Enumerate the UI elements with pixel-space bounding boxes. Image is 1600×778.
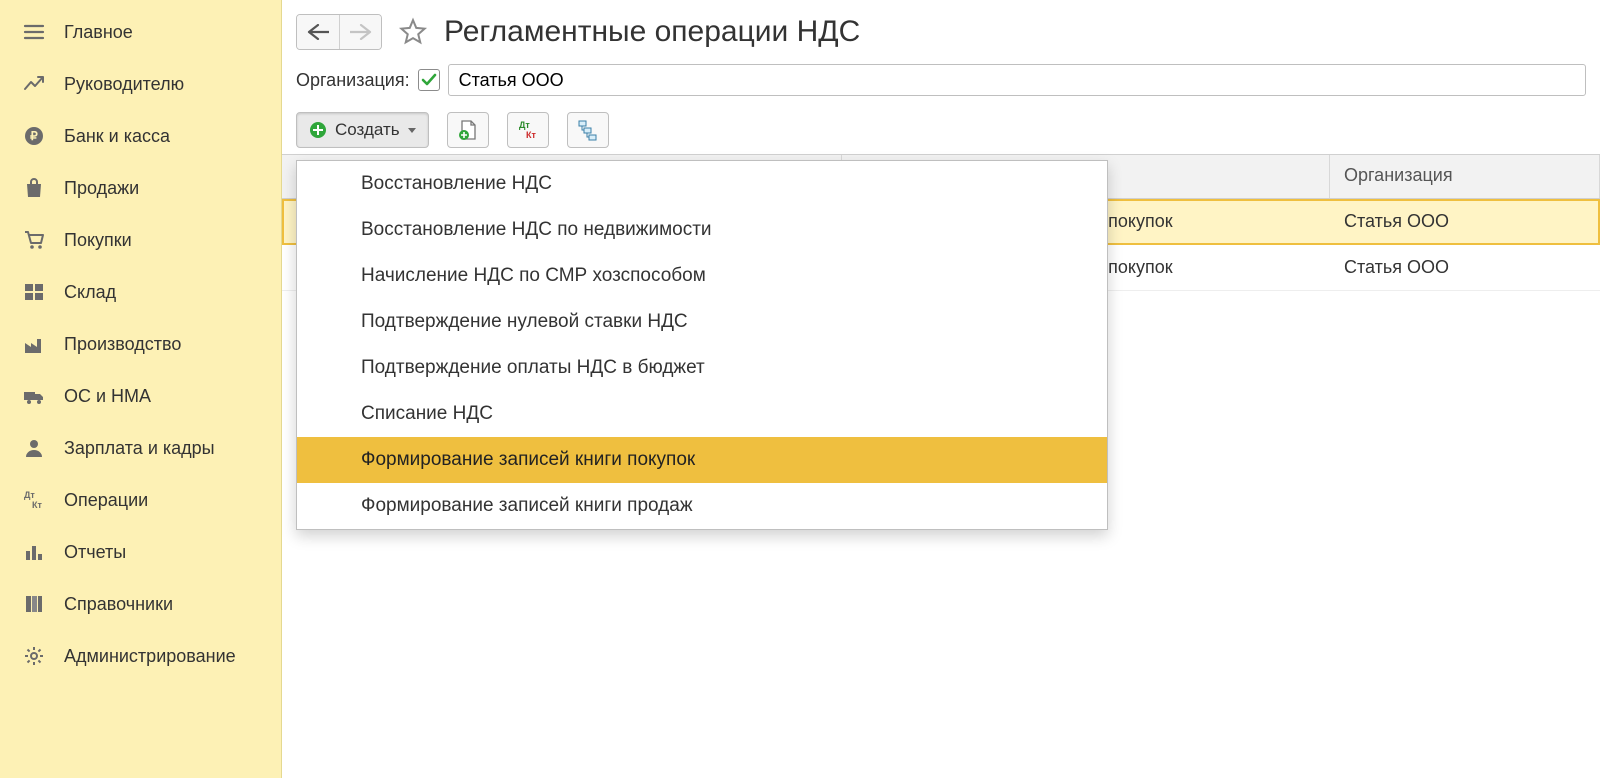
- sidebar-item-label: Главное: [64, 22, 133, 43]
- person-icon: [22, 436, 46, 460]
- sidebar-item-label: Склад: [64, 282, 116, 303]
- dtkt-icon: Дт Кт: [517, 119, 539, 141]
- dropdown-item[interactable]: Формирование записей книги продаж: [297, 483, 1107, 529]
- svg-text:Дт: Дт: [24, 490, 35, 500]
- cell-org: Статья ООО: [1330, 247, 1600, 288]
- structure-button[interactable]: [567, 112, 609, 148]
- back-button[interactable]: [297, 15, 339, 49]
- bag-icon: [22, 176, 46, 200]
- svg-text:Кт: Кт: [32, 500, 42, 510]
- sidebar-item-production[interactable]: Производство: [0, 318, 281, 370]
- dtkt-button[interactable]: Дт Кт: [507, 112, 549, 148]
- app-root: Главное Руководителю ₽ Банк и касса Продажи П…: [0, 0, 1600, 778]
- svg-text:Дт: Дт: [519, 120, 530, 130]
- create-dropdown: Восстановление НДСВосстановление НДС по …: [296, 160, 1108, 530]
- sidebar-item-label: Покупки: [64, 230, 132, 251]
- grid-icon: [22, 280, 46, 304]
- dropdown-item[interactable]: Подтверждение нулевой ставки НДС: [297, 299, 1107, 345]
- menu-icon: [22, 20, 46, 44]
- chevron-down-icon: [408, 128, 416, 133]
- factory-icon: [22, 332, 46, 356]
- sidebar-item-payroll[interactable]: Зарплата и кадры: [0, 422, 281, 474]
- truck-icon: [22, 384, 46, 408]
- ruble-icon: ₽: [22, 124, 46, 148]
- sidebar-item-sales[interactable]: Продажи: [0, 162, 281, 214]
- filter-checkbox[interactable]: [418, 69, 440, 91]
- copy-create-button[interactable]: [447, 112, 489, 148]
- dropdown-item[interactable]: Подтверждение оплаты НДС в бюджет: [297, 345, 1107, 391]
- bars-icon: [22, 540, 46, 564]
- sidebar: Главное Руководителю ₽ Банк и касса Продажи П…: [0, 0, 282, 778]
- favorite-icon[interactable]: [398, 17, 428, 47]
- dtkt-icon: ДтКт: [22, 488, 46, 512]
- svg-text:₽: ₽: [30, 129, 38, 143]
- sidebar-item-label: Отчеты: [64, 542, 126, 563]
- gear-icon: [22, 644, 46, 668]
- hierarchy-icon: [577, 119, 599, 141]
- sidebar-item-label: Руководителю: [64, 74, 184, 95]
- create-button[interactable]: Создать: [296, 112, 429, 148]
- organization-input[interactable]: [448, 64, 1586, 96]
- plus-circle-icon: [309, 121, 327, 139]
- dropdown-item[interactable]: Начисление НДС по СМР хозспособом: [297, 253, 1107, 299]
- cart-icon: [22, 228, 46, 252]
- sidebar-item-label: Администрирование: [64, 646, 236, 667]
- page-title: Регламентные операции НДС: [444, 15, 860, 49]
- main-area: Регламентные операции НДС Организация: С…: [282, 0, 1600, 778]
- filter-label: Организация:: [296, 70, 410, 91]
- sidebar-item-label: Производство: [64, 334, 181, 355]
- dropdown-item[interactable]: Формирование записей книги покупок: [297, 437, 1107, 483]
- sidebar-item-label: Операции: [64, 490, 148, 511]
- sidebar-item-label: ОС и НМА: [64, 386, 151, 407]
- sidebar-item-purchases[interactable]: Покупки: [0, 214, 281, 266]
- sidebar-item-operations[interactable]: ДтКт Операции: [0, 474, 281, 526]
- sidebar-item-manager[interactable]: Руководителю: [0, 58, 281, 110]
- sidebar-item-label: Зарплата и кадры: [64, 438, 215, 459]
- books-icon: [22, 592, 46, 616]
- svg-text:Кт: Кт: [526, 130, 536, 140]
- dropdown-item[interactable]: Восстановление НДС: [297, 161, 1107, 207]
- titlebar: Регламентные операции НДС: [282, 0, 1600, 58]
- sidebar-item-label: Банк и касса: [64, 126, 170, 147]
- sidebar-item-bank[interactable]: ₽ Банк и касса: [0, 110, 281, 162]
- dropdown-item[interactable]: Восстановление НДС по недвижимости: [297, 207, 1107, 253]
- sidebar-item-admin[interactable]: Администрирование: [0, 630, 281, 682]
- nav-buttons: [296, 14, 382, 50]
- cell-org: Статья ООО: [1330, 201, 1600, 242]
- document-plus-icon: [457, 119, 479, 141]
- sidebar-item-assets[interactable]: ОС и НМА: [0, 370, 281, 422]
- sidebar-item-warehouse[interactable]: Склад: [0, 266, 281, 318]
- sidebar-item-main[interactable]: Главное: [0, 6, 281, 58]
- column-org[interactable]: Организация: [1330, 155, 1600, 198]
- sidebar-item-reports[interactable]: Отчеты: [0, 526, 281, 578]
- toolbar: Создать Дт Кт: [282, 106, 1600, 154]
- sidebar-item-label: Справочники: [64, 594, 173, 615]
- trend-icon: [22, 72, 46, 96]
- sidebar-item-label: Продажи: [64, 178, 139, 199]
- filter-row: Организация:: [282, 58, 1600, 106]
- sidebar-item-catalogs[interactable]: Справочники: [0, 578, 281, 630]
- forward-button[interactable]: [339, 15, 381, 49]
- dropdown-item[interactable]: Списание НДС: [297, 391, 1107, 437]
- create-button-label: Создать: [335, 120, 400, 140]
